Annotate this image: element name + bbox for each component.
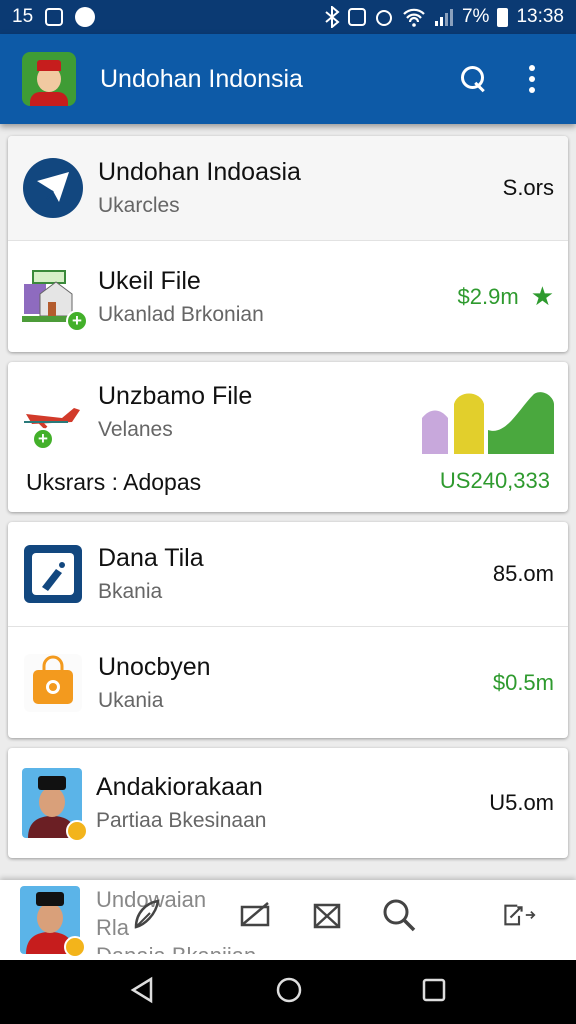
peek-line: Danaia Bkaniian [96,942,256,954]
list-item[interactable]: Dana Tila Bkania 85.om [8,522,568,626]
photo-notification-icon [45,8,64,26]
bluetooth-icon [325,6,340,28]
nav-recents-button[interactable] [421,977,447,1008]
battery-percent: 7% [461,6,490,27]
wifi-icon [403,8,425,27]
vibrate-icon [347,8,366,26]
item-subtitle: Ukanlad Brkonian [98,302,264,326]
profile-avatar[interactable] [20,886,86,958]
item-subtitle: Velanes [98,418,173,441]
item-subtitle: Ukania [98,688,164,712]
mini-area-chart [422,392,554,454]
list-item[interactable]: Unocbyen Ukania $0.5m [8,626,568,738]
item-title: Unzbamo File [98,382,253,410]
item-value: 85.om [492,561,554,586]
card-1: Undohan Indoasia Ukarcles S.ors + Ukeil … [8,136,568,352]
leaf-edit-icon [134,899,160,929]
signal-icon [434,9,453,26]
item-subtitle: Ukarcles [98,194,180,217]
image-slash-icon [240,902,270,927]
list-item[interactable]: + Ukeil File Ukanlad Brkonian $2.9m ★ [8,240,568,352]
item-value: U5.om [489,790,554,815]
item-subtitle: Partiaa Bkesinaan [96,809,267,832]
nav-back-icon [130,976,153,1003]
tab-image[interactable] [238,898,272,932]
item-title: Ukeil File [98,266,201,295]
shopping-bag-icon [22,652,84,714]
search-button[interactable] [452,57,496,101]
status-bar: 15 7% 13:38 [0,0,576,34]
add-badge-icon: + [32,428,54,450]
file-list: Undohan Indoasia Ukarcles S.ors + Ukeil … [8,136,568,868]
card-3: Dana Tila Bkania 85.om Unocbyen Ukania $… [8,522,568,738]
item-value: US240,333 [439,468,550,493]
item-title: Unocbyen [98,652,211,681]
item-title: Andakiorakaan [96,773,263,801]
box-x-icon [313,903,341,929]
tab-search[interactable] [382,898,416,932]
card-2: + Unzbamo File Velanes Uksrars : Adopas … [8,362,568,512]
nav-recents-icon [422,978,446,1001]
export-icon [504,904,536,926]
logo-shirt [30,92,68,106]
list-item[interactable]: Andakiorakaan Partiaa Bkesinaan U5.om [8,748,568,858]
item-subtitle: Bkania [98,580,163,603]
more-options-button[interactable] [510,57,554,101]
status-time-left: 15 [12,6,34,27]
airplane-icon: + [22,392,84,454]
alarm-icon [375,10,392,26]
tab-export[interactable] [502,898,536,932]
item-value: $2.9m [457,283,519,309]
nav-home-button[interactable] [275,976,303,1009]
app-logo[interactable] [22,52,76,106]
logo-cap [37,60,61,71]
badge-icon [66,820,88,842]
search-icon [383,899,416,932]
item-title: Dana Tila [98,544,204,572]
list-item[interactable]: Undohan Indoasia Ukarcles S.ors [8,136,568,240]
item-footer-label: Uksrars : Adopas [26,469,202,495]
tab-edit[interactable] [130,898,164,932]
send-app-icon [22,157,84,219]
item-title: Undohan Indoasia [98,158,301,186]
item-value: $0.5m [492,669,554,695]
tab-close[interactable] [310,898,344,932]
search-icon [461,66,487,92]
list-item[interactable]: + Unzbamo File Velanes Uksrars : Adopas … [8,362,568,512]
battery-icon [497,7,509,27]
bottom-nav-icons [130,898,536,932]
bottom-navigation: Undowaian Rla Danaia Bkaniian [0,880,576,960]
nav-home-icon [276,977,302,1002]
status-clock: 13:38 [516,6,564,27]
more-vert-icon [529,65,535,93]
system-navigation-bar [0,960,576,1024]
avatar [22,768,88,842]
nav-back-button[interactable] [129,976,157,1009]
item-value: S.ors [502,175,554,200]
badge-icon [64,936,86,958]
app-notification-icon [75,7,96,27]
document-edit-icon [22,543,84,605]
card-4: Andakiorakaan Partiaa Bkesinaan U5.om [8,748,568,858]
app-bar: Undohan Indonsia [0,34,576,124]
house-document-icon: + [22,266,88,332]
add-badge-icon: + [66,309,88,332]
app-title: Undohan Indonsia [100,64,303,93]
star-icon[interactable]: ★ [531,281,554,312]
